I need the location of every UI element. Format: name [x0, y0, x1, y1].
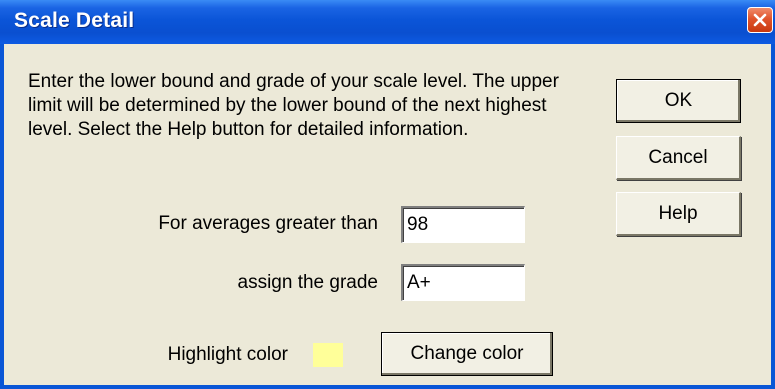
- averages-label: For averages greater than: [158, 213, 378, 234]
- highlight-color-swatch: [313, 343, 343, 367]
- close-icon: [753, 13, 767, 27]
- change-color-button[interactable]: Change color: [381, 332, 553, 376]
- help-button[interactable]: Help: [616, 192, 741, 236]
- highlight-color-label: Highlight color: [167, 344, 288, 365]
- grade-input[interactable]: [401, 264, 525, 301]
- window-title: Scale Detail: [14, 9, 135, 32]
- close-button[interactable]: [747, 7, 773, 33]
- ok-button[interactable]: OK: [616, 79, 741, 123]
- instructions-text: Enter the lower bound and grade of your …: [28, 71, 559, 140]
- title-bar[interactable]: Scale Detail: [0, 0, 775, 44]
- averages-input[interactable]: [401, 206, 525, 243]
- cancel-button[interactable]: Cancel: [616, 136, 741, 180]
- grade-label: assign the grade: [237, 272, 379, 293]
